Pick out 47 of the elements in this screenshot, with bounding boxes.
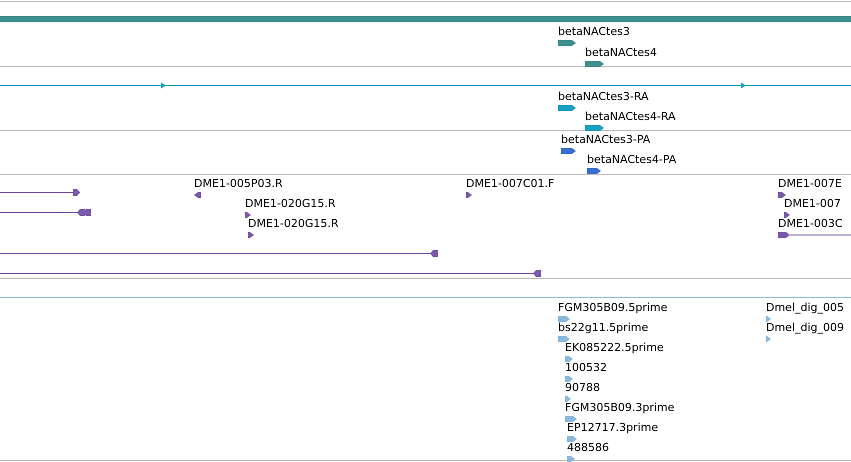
feature-label: Dmel_dig_009 [766,321,844,334]
feature-arrow [587,168,601,174]
feature-arrow [585,61,604,67]
feature-label: betaNACtes4 [585,46,657,59]
feature-label: DME1-007E [778,177,842,190]
feature-line [790,232,851,238]
feature-arrow [778,192,786,198]
feature-arrow [466,192,472,198]
feature-arrow [558,336,570,342]
feature-label: DME1-003C [778,217,843,230]
feature-label: DME1-020G15.R [248,217,339,230]
feature-label: FGM305B09.5prime [558,301,668,314]
feature-arrow [194,192,201,198]
feature-arrow [784,212,790,218]
feature-arrow [565,396,571,402]
feature-label: betaNACtes4-PA [587,153,676,166]
feature-label: betaNACtes3-PA [561,133,650,146]
feature-label: FGM305B09.3prime [565,401,674,414]
feature-label: betaNACtes4-RA [585,110,676,123]
feature-label: DME1-007C01.F [466,177,554,190]
feature-arrow [567,436,577,442]
feature-arrow [778,232,790,238]
feature-arrow [245,212,251,218]
feature-label: 488586 [567,441,609,454]
feature-arrow [558,40,576,46]
feature-arrow [567,456,575,462]
feature-arrow [565,356,573,362]
feature-label: DME1-020G15.R [245,197,336,210]
feature-label: betaNACtes3 [558,25,630,38]
feature-label: betaNACtes3-RA [558,90,649,103]
feature-arrow [558,316,570,322]
feature-arrow [585,125,604,131]
feature-label: bs22g11.5prime [558,321,648,334]
feature-arrow [561,148,576,154]
feature-arrow [558,105,576,111]
feature-arrow [565,416,577,422]
feature-label: DME1-005P03.R [194,177,283,190]
feature-arrow [766,336,771,342]
feature-arrow [766,316,771,322]
feature-label: 90788 [565,381,600,394]
feature-label: EP12717.3prime [567,421,658,434]
feature-arrow [565,376,573,382]
feature-label: 100532 [565,361,607,374]
feature-label: Dmel_dig_005 [766,301,844,314]
feature-label: DME1-007 [784,197,841,210]
feature-label: EK085222.5prime [565,341,664,354]
feature-arrow [248,232,254,238]
